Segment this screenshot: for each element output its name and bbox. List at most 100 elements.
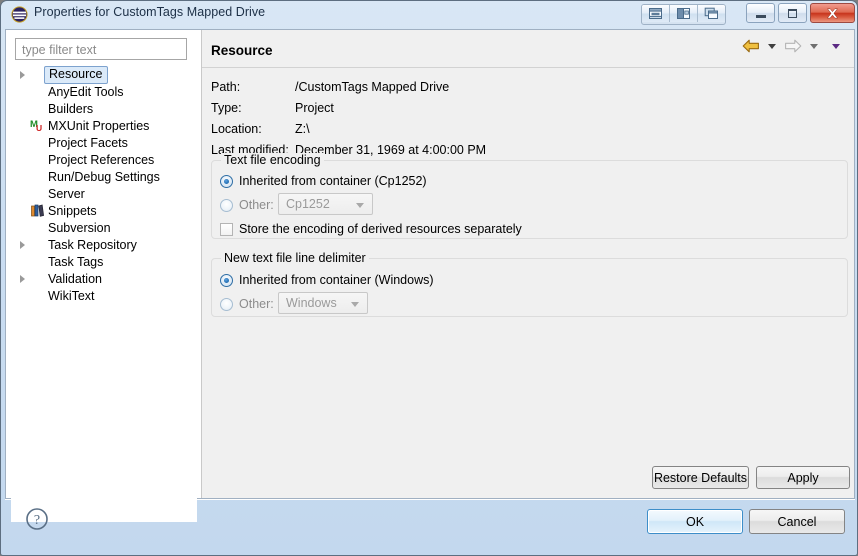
item-icon [29,220,47,236]
maximize-button[interactable] [778,3,807,23]
sidebar-item-run-debug-settings[interactable]: Run/Debug Settings [11,168,197,185]
item-icon [29,186,47,202]
close-button[interactable] [810,3,855,23]
encoding-other-radio-row[interactable]: Other: [220,198,274,212]
properties-dialog-window: Properties for CustomTags Mapped Drive t… [0,0,858,556]
dock-left-icon[interactable] [670,5,698,22]
sidebar-item-task-repository[interactable]: Task Repository [11,236,197,253]
close-icon [826,8,839,18]
radio-icon[interactable] [220,198,233,212]
sidebar-item-validation[interactable]: Validation [11,270,197,287]
sidebar-item-project-references[interactable]: Project References [11,151,197,168]
encoding-combo[interactable]: Cp1252 [278,193,373,215]
dialog-body: type filter text Resource AnyEdit Tools … [5,29,855,522]
twisty-icon[interactable] [13,237,29,253]
view-menu-dropdown-icon[interactable] [832,43,840,49]
filter-placeholder: type filter text [22,43,97,57]
sidebar-item-label: Builders [48,101,94,116]
sidebar-item-label: Subversion [48,220,111,235]
delimiter-combo[interactable]: Windows [278,292,368,314]
delimiter-inherited-radio-row[interactable]: Inherited from container (Windows) [220,273,434,287]
window-title: Properties for CustomTags Mapped Drive [34,5,266,19]
restore-defaults-label: Restore Defaults [653,470,748,485]
page-title: Resource [211,43,273,58]
sidebar-item-subversion[interactable]: Subversion [11,219,197,236]
checkbox-icon[interactable] [220,222,233,236]
sidebar-item-task-tags[interactable]: Task Tags [11,253,197,270]
preference-page: Resource Path: /CustomTags Mapped Drive … [202,30,854,498]
item-icon [29,169,47,185]
encoding-combo-value: Cp1252 [286,197,330,211]
sidebar-item-server[interactable]: Server [11,185,197,202]
path-value: /CustomTags Mapped Drive [295,80,450,94]
minimize-button[interactable] [746,3,775,23]
item-icon [29,152,47,168]
window-controls [746,3,855,23]
group-legend: Text file encoding [221,153,324,167]
sidebar-item-project-facets[interactable]: Project Facets [11,134,197,151]
store-derived-label: Store the encoding of derived resources … [239,222,522,236]
location-value: Z:\ [295,122,310,136]
sidebar-item-label: Project Facets [48,135,128,150]
sidebar-item-wikitext[interactable]: WikiText [11,287,197,304]
restore-layout-icon[interactable] [642,5,670,22]
sidebar-item-label: Validation [48,271,102,286]
back-arrow[interactable] [742,39,760,53]
store-derived-checkbox-row[interactable]: Store the encoding of derived resources … [220,222,522,236]
eclipse-icon [11,6,28,23]
twisty-icon[interactable] [13,271,29,287]
cancel-button[interactable]: Cancel [749,509,845,534]
twisty-icon[interactable] [13,67,29,83]
minimize-icon [755,14,766,18]
sidebar-item-label: MXUnit Properties [48,118,150,133]
sidebar-item-label: Server [48,186,85,201]
last-modified-value: December 31, 1969 at 4:00:00 PM [295,143,487,157]
item-icon [29,237,47,253]
item-icon [29,84,47,100]
forward-dropdown-icon[interactable] [810,43,818,49]
sidebar-item-resource[interactable]: Resource [11,66,197,84]
item-icon [29,254,47,270]
type-value: Project [295,101,334,115]
sidebar-item-anyedit-tools[interactable]: AnyEdit Tools [11,83,197,100]
svg-text:?: ? [34,513,40,528]
encoding-inherited-radio-row[interactable]: Inherited from container (Cp1252) [220,174,427,188]
item-icon [29,101,47,117]
ok-button[interactable]: OK [647,509,743,534]
radio-icon[interactable] [220,174,233,188]
ok-label: OK [685,514,705,529]
sidebar-item-snippets[interactable]: Snippets [11,202,197,219]
radio-icon[interactable] [220,273,233,287]
chevron-down-icon [351,302,359,307]
delimiter-other-radio-row[interactable]: Other: [220,297,274,311]
delimiter-other-label: Other: [239,297,274,311]
forward-arrow [784,39,802,53]
sidebar-item-mxunit-properties[interactable]: M U MXUnit Properties [11,117,197,134]
restore-defaults-button[interactable]: Restore Defaults [652,466,749,489]
sidebar-item-label: AnyEdit Tools [48,84,124,99]
radio-icon[interactable] [220,297,233,311]
cancel-label: Cancel [777,514,817,529]
dialog-footer: ? OK Cancel [5,500,855,551]
path-label: Path: [211,80,241,94]
title-separator [202,67,854,68]
sidebar-item-label: Resource [44,66,108,84]
sidebar-item-builders[interactable]: Builders [11,100,197,117]
filter-input[interactable]: type filter text [15,38,187,60]
apply-label: Apply [787,470,819,485]
apply-button[interactable]: Apply [756,466,850,489]
maximize-icon [788,8,797,18]
mxunit-icon: M U [29,118,47,134]
cascade-icon[interactable] [698,5,725,22]
help-icon[interactable]: ? [25,507,49,531]
back-dropdown-icon[interactable] [768,43,776,49]
preference-tree[interactable]: Resource AnyEdit Tools Builders M U MXUn… [11,66,197,522]
delimiter-combo-value: Windows [286,296,337,310]
